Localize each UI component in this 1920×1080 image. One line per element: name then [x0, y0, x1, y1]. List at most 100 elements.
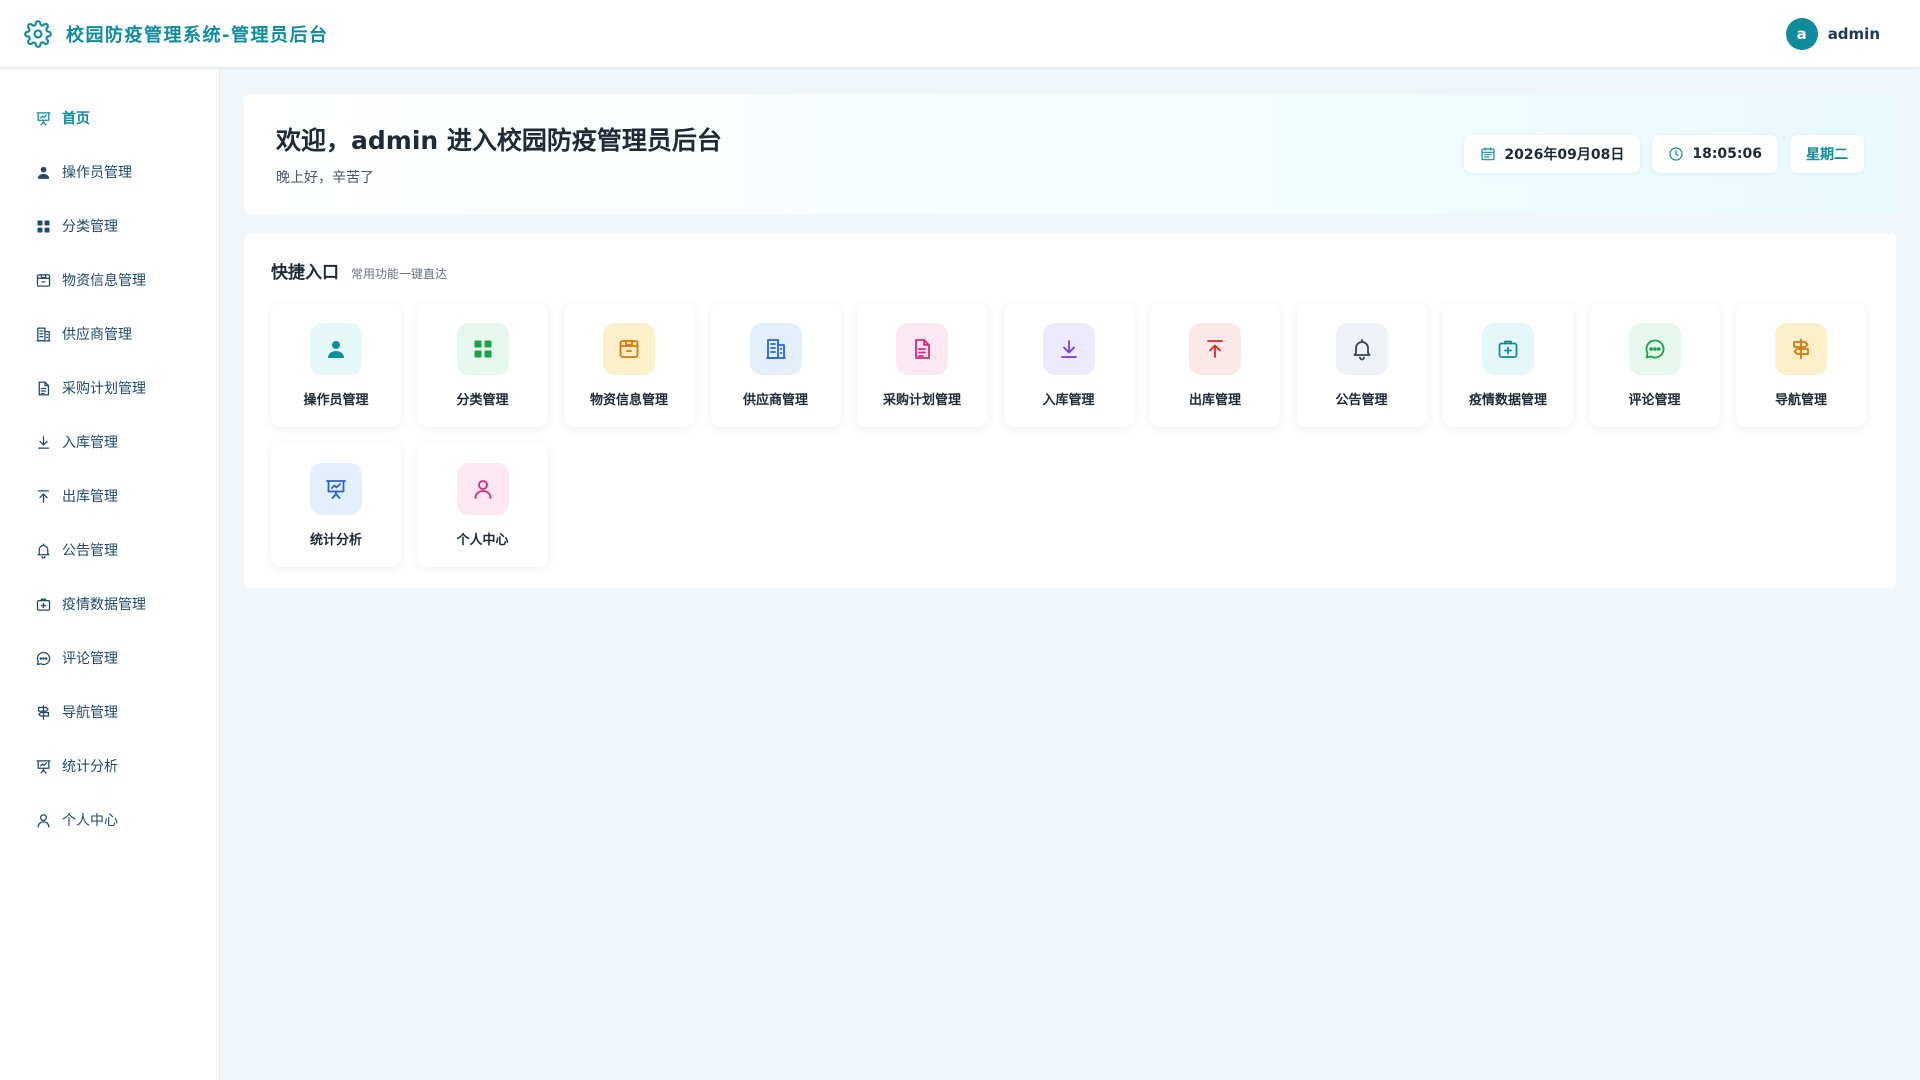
- sidebar-item-1[interactable]: 操作员管理: [0, 145, 219, 199]
- sidebar-item-2[interactable]: 分类管理: [0, 199, 219, 253]
- quick-card-2[interactable]: 物资信息管理: [564, 303, 694, 427]
- grid-icon: [37, 219, 50, 233]
- quick-card-label: 入库管理: [1042, 393, 1095, 408]
- clock-icon: [1669, 147, 1683, 161]
- download-icon: [37, 435, 50, 449]
- sidebar-item-10[interactable]: 评论管理: [0, 631, 219, 685]
- sidebar-item-label: 个人中心: [62, 813, 118, 829]
- date-text: 2026年09月08日: [1504, 147, 1625, 163]
- quick-card-10[interactable]: 导航管理: [1736, 303, 1866, 427]
- sidebar-item-label: 导航管理: [62, 705, 118, 721]
- sidebar-item-13[interactable]: 个人中心: [0, 793, 219, 847]
- sidebar-item-9[interactable]: 疫情数据管理: [0, 577, 219, 631]
- sidebar-item-6[interactable]: 入库管理: [0, 415, 219, 469]
- sidebar-item-label: 操作员管理: [62, 165, 132, 181]
- app-title: 校园防疫管理系统-管理员后台: [66, 24, 329, 46]
- quick-card-icon-tile: [456, 323, 509, 375]
- user-menu[interactable]: a admin: [1785, 17, 1880, 50]
- quick-card-label: 出库管理: [1188, 393, 1241, 408]
- username[interactable]: admin: [1828, 25, 1880, 43]
- download-icon: [1060, 340, 1077, 358]
- quick-card-label: 供应商管理: [742, 393, 808, 408]
- quick-card-icon-tile: [1189, 323, 1241, 375]
- top-header: 校园防疫管理系统-管理员后台 a admin: [0, 0, 1920, 68]
- main-content: 欢迎，admin 进入校园防疫管理员后台 晚上好，辛苦了 2026年09月08日…: [244, 94, 1896, 588]
- quick-card-icon-tile: [896, 323, 948, 375]
- quick-card-label: 公告管理: [1335, 393, 1388, 408]
- sidebar-item-7[interactable]: 出库管理: [0, 469, 219, 523]
- quick-card-1[interactable]: 分类管理: [417, 303, 548, 427]
- avatar[interactable]: a: [1785, 17, 1818, 50]
- quick-access-title: 快捷入口: [271, 263, 339, 283]
- quick-card-8[interactable]: 疫情数据管理: [1443, 303, 1573, 427]
- welcome-title: 欢迎，admin 进入校园防疫管理员后台: [276, 126, 722, 155]
- quick-card-4[interactable]: 采购计划管理: [857, 303, 987, 427]
- sidebar-item-4[interactable]: 供应商管理: [0, 307, 219, 361]
- chat-icon: [36, 651, 51, 665]
- quick-card-7[interactable]: 公告管理: [1296, 303, 1427, 427]
- time-text: 18:05:06: [1692, 146, 1762, 162]
- weekday-chip: 星期二: [1790, 135, 1864, 173]
- quick-card-icon-tile: [1628, 323, 1681, 375]
- upload-icon: [37, 489, 50, 503]
- time-chip: 18:05:06: [1652, 135, 1778, 173]
- quick-card-icon-tile: [310, 323, 362, 375]
- quick-card-label: 统计分析: [309, 533, 362, 548]
- box-icon: [36, 273, 51, 287]
- user-outline-icon: [37, 813, 50, 828]
- welcome-subtitle: 晚上好，辛苦了: [276, 170, 374, 186]
- sidebar-item-label: 评论管理: [62, 651, 118, 667]
- quick-card-9[interactable]: 评论管理: [1589, 303, 1720, 427]
- quick-card-icon-tile: [1042, 323, 1095, 375]
- quick-card-icon-tile: [1335, 323, 1388, 375]
- quick-card-6[interactable]: 出库管理: [1150, 303, 1280, 427]
- quick-card-label: 评论管理: [1628, 393, 1681, 408]
- upload-icon: [1207, 340, 1223, 358]
- quick-card-12[interactable]: 个人中心: [417, 443, 548, 567]
- quick-card-icon-tile: [310, 463, 362, 515]
- sidebar-item-3[interactable]: 物资信息管理: [0, 253, 219, 307]
- quick-card-0[interactable]: 操作员管理: [271, 303, 401, 427]
- quick-card-icon-tile: [749, 323, 802, 375]
- quick-card-11[interactable]: 统计分析: [271, 443, 401, 567]
- quick-access-subtitle: 常用功能一键直达: [351, 267, 448, 281]
- sidebar-item-label: 入库管理: [62, 435, 118, 451]
- quick-card-label: 物资信息管理: [589, 393, 668, 408]
- presentation-icon: [36, 759, 51, 774]
- sidebar-item-11[interactable]: 导航管理: [0, 685, 219, 739]
- sidebar-item-label: 物资信息管理: [62, 273, 146, 289]
- sidebar-item-8[interactable]: 公告管理: [0, 523, 219, 577]
- medical-kit-icon: [36, 598, 51, 611]
- user-icon: [37, 166, 50, 179]
- medical-kit-icon: [1498, 340, 1518, 358]
- gear-icon: [24, 19, 52, 48]
- quick-access-panel: 快捷入口 常用功能一键直达 操作员管理 分类管理 物资信息管理 供应商管理 采购计划管理…: [244, 234, 1896, 588]
- sidebar-item-label: 供应商管理: [62, 327, 132, 343]
- quick-card-3[interactable]: 供应商管理: [710, 303, 841, 427]
- sidebar-item-label: 公告管理: [62, 543, 118, 559]
- user-outline-icon: [474, 480, 491, 499]
- calendar-icon: [1481, 147, 1496, 161]
- quick-card-icon-tile: [1482, 323, 1534, 375]
- signpost-icon: [1793, 338, 1809, 360]
- chat-icon: [1645, 339, 1664, 359]
- quick-card-icon-tile: [1775, 323, 1827, 375]
- quick-card-icon-tile: [456, 463, 509, 515]
- grid-icon: [474, 340, 491, 358]
- sidebar-item-0[interactable]: 首页: [0, 91, 219, 145]
- quick-access-grid: 操作员管理 分类管理 物资信息管理 供应商管理 采购计划管理 入库管理 出库管理 公告管理 疫情…: [271, 303, 1869, 567]
- building-icon: [36, 326, 51, 342]
- quick-card-label: 疫情数据管理: [1468, 393, 1547, 408]
- bell-icon: [1353, 339, 1370, 361]
- quick-card-5[interactable]: 入库管理: [1003, 303, 1134, 427]
- weekday-text: 星期二: [1806, 147, 1848, 163]
- welcome-banner: 欢迎，admin 进入校园防疫管理员后台 晚上好，辛苦了 2026年09月08日…: [244, 94, 1896, 214]
- sidebar-item-12[interactable]: 统计分析: [0, 739, 219, 793]
- quick-card-icon-tile: [603, 323, 655, 375]
- quick-card-label: 分类管理: [456, 393, 509, 408]
- sidebar-item-label: 分类管理: [62, 219, 118, 235]
- sidebar-item-5[interactable]: 采购计划管理: [0, 361, 219, 415]
- sidebar-item-label: 出库管理: [62, 489, 118, 505]
- quick-card-label: 操作员管理: [303, 393, 369, 408]
- date-chip: 2026年09月08日: [1464, 135, 1641, 173]
